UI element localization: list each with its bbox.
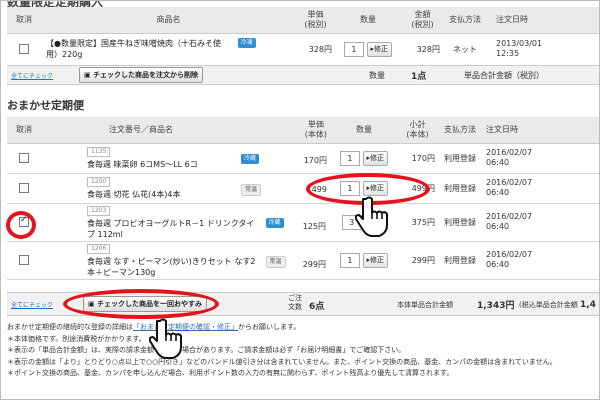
order-code: 1206 <box>87 243 111 254</box>
highlight-ellipse <box>63 289 219 319</box>
table-row: 【●数量限定】国産牛ねぎ味噌焼肉（十石みそ使用）220g 冷凍 328円 1 ▸… <box>7 33 599 66</box>
unit-price: 125円 <box>302 221 326 231</box>
note-line: ＊ポイント交換の商品、基金、カンパを申し込んだ場合、利用ポイント数の入力の有無に… <box>7 369 454 378</box>
tax-total: (税込単品合計金額 1,4 <box>519 300 596 310</box>
product-name[interactable]: 食毎週 味菜卵 6コMS～LL 6コ <box>87 160 198 169</box>
payment-method: ネット <box>444 33 486 66</box>
highlight-circle <box>6 211 36 239</box>
header-payment: 支払方法 <box>438 117 482 144</box>
pointer-hand-icon <box>355 196 388 237</box>
row-checkbox[interactable] <box>19 183 29 193</box>
table-row: 1200 食毎週 切花 仏花(4本)4本 常温 499 1 ▸修正 499円 利… <box>7 173 599 204</box>
note-line: おまかせ定期便の継続的な登録の詳細は「おまかせ定期便の確認・修正」からお願いしま… <box>7 323 301 331</box>
chilled-badge: 冷蔵 <box>241 153 260 164</box>
header-amount: 金額 (税別) <box>401 7 444 34</box>
order-date: 2013/03/01 12:35 <box>486 33 599 66</box>
update-button[interactable]: ▸修正 <box>362 252 389 268</box>
header-subtotal: 小計 (本体) <box>397 117 438 144</box>
section1-footer-bar: 全てにチェック ▣ チェックした商品を注文から削除 数量 1点 単品合計金額（税… <box>7 65 599 85</box>
order-code: 1200 <box>87 176 111 187</box>
row-checkbox[interactable] <box>19 255 29 265</box>
row-checkbox[interactable] <box>19 44 29 54</box>
amount: 328円 <box>401 33 444 66</box>
subtotal: 375円 <box>397 203 438 242</box>
order-code: 1135 <box>87 146 111 157</box>
header-date: 注文日時 <box>486 7 599 34</box>
qty-label: 数量 <box>369 71 385 80</box>
order-date: 2016/02/07 06:40 <box>482 173 599 204</box>
row-checkbox[interactable] <box>19 153 29 163</box>
unit-price: 328円 <box>296 33 335 66</box>
order-code: 1203 <box>87 205 111 216</box>
note-line: ＊表示の金額は「より」とりどり○点以上で○○円引き」などのバンドル値引き分は含ま… <box>7 357 557 366</box>
product-name[interactable]: 食毎週 プロビオヨーグルトR－1 ドリンクタイプ 112ml <box>87 218 257 240</box>
note-line: ＊本体価格です。別途消費税がかかります。 <box>7 334 146 343</box>
header-date: 注文日時 <box>482 117 599 144</box>
header-payment: 支払方法 <box>444 7 486 34</box>
header-order-name: 注文番号／商品名 <box>41 117 241 144</box>
table-row: 1135 食毎週 味菜卵 6コMS～LL 6コ 冷蔵 170円 1 ▸修正 17… <box>7 143 599 174</box>
header-price: 単価 (税別) <box>296 7 335 34</box>
order-count: 6点 <box>309 302 325 312</box>
product-name[interactable]: 食毎週 なす・ピーマン(炒い)きりセット なす2本＋ピーマン130g <box>87 256 257 278</box>
update-button[interactable]: ▸修正 <box>366 41 393 57</box>
window: 数量限定定期購入 取消 商品名 単価 (税別) 数量 金額 (税別) 支払方法 … <box>0 0 600 400</box>
delete-checked-button[interactable]: ▣ チェックした商品を注文から削除 <box>79 67 204 83</box>
qty-input[interactable]: 1 <box>339 252 360 268</box>
header-qty: 数量 <box>335 7 401 34</box>
select-all-link[interactable]: 全てにチェック <box>11 300 53 309</box>
square-icon: ▣ <box>84 71 94 79</box>
header-name: 商品名 <box>41 7 296 34</box>
pointer-hand-icon <box>149 318 182 359</box>
chilled-badge: 冷蔵 <box>265 217 284 228</box>
notes: おまかせ定期便の継続的な登録の詳細は「おまかせ定期便の確認・修正」からお願いしま… <box>7 322 597 380</box>
order-date: 2016/02/07 06:40 <box>482 241 599 280</box>
unit-price: 299円 <box>302 259 326 269</box>
order-date: 2016/02/07 06:40 <box>482 203 599 242</box>
note-line: ＊表示の「単品合計金額」は、実際の請求金額と異なる場合があります。ご請求金額は必… <box>7 346 406 355</box>
table-row: 1203 食毎週 プロビオヨーグルトR－1 ドリンクタイプ 112ml 冷蔵 1… <box>7 203 599 242</box>
room-temp-badge: 常温 <box>265 255 286 268</box>
section1-header-row: 取消 商品名 単価 (税別) 数量 金額 (税別) 支払方法 注文日時 <box>7 7 599 34</box>
header-cancel: 取消 <box>7 7 41 34</box>
header-cancel: 取消 <box>7 117 41 144</box>
header-qty: 数量 <box>331 117 397 144</box>
section2-table: 取消 注文番号／商品名 単価 (本体) 数量 小計 (本体) 支払方法 注文日時… <box>7 117 599 280</box>
section1-table: 取消 商品名 単価 (税別) 数量 金額 (税別) 支払方法 注文日時 【●数量… <box>7 7 599 66</box>
payment-method: 利用登録 <box>438 173 482 204</box>
header-price: 単価 (本体) <box>241 117 331 144</box>
payment-method: 利用登録 <box>438 143 482 174</box>
subtotal: 299円 <box>397 241 438 280</box>
order-date: 2016/02/07 06:40 <box>482 143 599 174</box>
product-name[interactable]: 【●数量限定】国産牛ねぎ味噌焼肉（十石みそ使用）220g <box>46 38 231 60</box>
table-row: 1206 食毎週 なす・ピーマン(炒い)きりセット なす2本＋ピーマン130g … <box>7 241 599 280</box>
payment-method: 利用登録 <box>438 203 482 242</box>
qty-total: 1点 <box>411 72 427 82</box>
cold-badge: 冷凍 <box>237 38 256 48</box>
total-label: 単品合計金額（税別） <box>464 71 544 80</box>
section2-title: おまかせ定期便 <box>7 99 84 112</box>
qty-input[interactable]: 1 <box>339 150 360 166</box>
order-count-label: ご注 文数 <box>288 294 302 311</box>
subtotal: 170円 <box>397 143 438 174</box>
select-all-link[interactable]: 全てにチェック <box>11 71 53 80</box>
total-label: 本体単品合計金額 <box>397 301 453 309</box>
unit-price: 170円 <box>303 155 327 165</box>
total-value: 1,343円 <box>477 301 515 311</box>
product-name[interactable]: 食毎週 切花 仏花(4本)4本 <box>87 190 181 199</box>
qty-input[interactable]: 1 <box>343 41 364 57</box>
update-button[interactable]: ▸修正 <box>362 150 389 166</box>
section2-header-row: 取消 注文番号／商品名 単価 (本体) 数量 小計 (本体) 支払方法 注文日時 <box>7 117 599 144</box>
room-temp-badge: 常温 <box>241 183 262 196</box>
payment-method: 利用登録 <box>438 241 482 280</box>
